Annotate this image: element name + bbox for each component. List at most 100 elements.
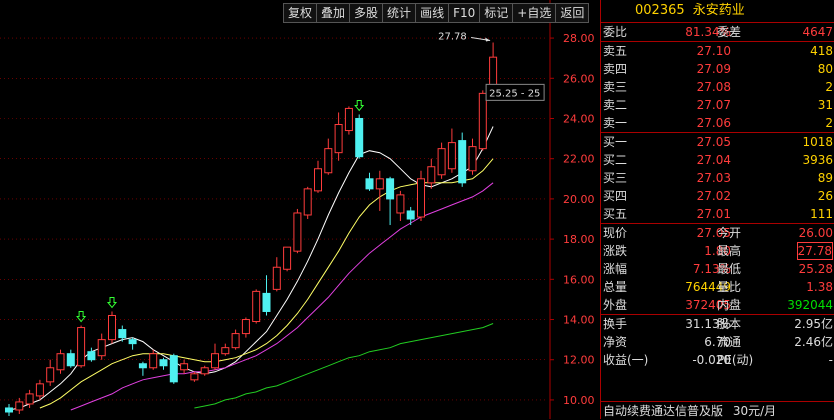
capital-label: 股本 <box>717 317 742 331</box>
candle <box>447 128 456 173</box>
candle <box>149 349 158 370</box>
toolbar-multistock-button[interactable]: 多股 <box>349 3 384 23</box>
candle <box>159 357 168 370</box>
bid-label: 买三 <box>603 171 628 185</box>
candle <box>77 325 86 368</box>
toolbar-fuquan-button[interactable]: 复权 <box>283 3 318 23</box>
bid-row[interactable]: 买二 27.04 3936 <box>601 151 834 169</box>
candle <box>200 365 209 376</box>
stats-block: 现价 27.05 今开 26.00 涨跌 1.80 最高 27.78 涨幅 7.13% 最低 25… <box>601 223 834 314</box>
stat-row: 净资 6.70 流通 2.46亿 <box>601 333 834 351</box>
candle-body <box>200 367 209 375</box>
volratio-label: 量比 <box>717 280 742 294</box>
bid-volume: 3936 <box>802 153 833 167</box>
price-tick-label: 14.00 <box>563 314 595 327</box>
stock-name: 永安药业 <box>692 3 745 18</box>
weicha-label: 委差 <box>717 25 742 39</box>
toolbar-overlay-button[interactable]: 叠加 <box>316 3 351 23</box>
candle-body <box>77 327 86 367</box>
candle-body <box>293 212 302 252</box>
chart-toolbar: 复权 叠加 多股 统计 画线 F10 标记 +自选 返回 <box>283 3 590 23</box>
bid-row[interactable]: 买四 27.02 26 <box>601 187 834 205</box>
subscription-banner[interactable]: 自动续费通达信普及版 30元/月 <box>601 401 834 419</box>
candle-body <box>118 329 127 339</box>
candle-body <box>138 363 147 369</box>
bid-price: 27.04 <box>696 153 731 167</box>
candle <box>221 343 230 356</box>
price-tick-label: 12.00 <box>563 354 595 367</box>
high-price: 27.78 <box>796 242 833 260</box>
volratio-value: 1.38 <box>806 280 833 294</box>
bid-price: 27.05 <box>696 135 731 149</box>
high-label: 最高 <box>717 244 742 258</box>
candle-body <box>427 166 436 184</box>
open-price: 26.00 <box>798 226 833 240</box>
ask-price: 27.07 <box>696 98 731 112</box>
buy-marker-icon <box>76 311 87 323</box>
bid-price: 27.03 <box>696 171 731 185</box>
bid-row[interactable]: 买一 27.05 1018 <box>601 133 834 151</box>
quote-panel: 002365 永安药业 委比 81.34% 委差 4647 卖五 27.10 418… <box>600 0 834 419</box>
kline-chart[interactable]: 28.00 26.00 24.00 22.00 20.00 18.00 16.00 14.00… <box>0 0 600 419</box>
candle-body <box>396 194 405 214</box>
candle-body <box>46 367 55 383</box>
ask-price: 27.08 <box>696 80 731 94</box>
candle-body <box>25 393 34 405</box>
bid-price: 27.01 <box>696 207 731 221</box>
low-label: 最低 <box>717 262 742 276</box>
candle <box>478 90 487 151</box>
ask-label: 卖五 <box>603 44 628 58</box>
bid-label: 买二 <box>603 153 628 167</box>
candle-body <box>241 319 250 335</box>
candle <box>406 206 415 226</box>
candle <box>355 114 364 159</box>
candle-body <box>262 292 271 312</box>
candle-body <box>406 210 415 220</box>
low-price: 25.28 <box>798 262 833 276</box>
candle-body <box>252 290 261 323</box>
toolbar-add-watchlist-button[interactable]: +自选 <box>512 3 557 23</box>
candle <box>396 190 405 222</box>
ask-volume: 31 <box>817 98 833 112</box>
ask-row[interactable]: 卖二 27.07 31 <box>601 96 834 114</box>
stat-row: 外盘 372405 内盘 392044 <box>601 296 834 314</box>
candle-body <box>344 107 353 132</box>
buy-marker-icon <box>106 296 118 309</box>
ask-row[interactable]: 卖四 27.09 80 <box>601 60 834 78</box>
candle <box>314 160 322 193</box>
candle <box>375 170 384 211</box>
candle-body <box>386 178 395 200</box>
candle <box>5 403 13 417</box>
candle-body <box>437 148 446 176</box>
bid-list: 买一 27.05 1018 买二 27.04 3936 买三 27.03 89 买四 27.0… <box>601 132 834 223</box>
inner-label: 内盘 <box>717 298 742 312</box>
high-price-annotation: 27.78 <box>438 32 467 43</box>
toolbar-draw-button[interactable]: 画线 <box>415 3 450 23</box>
ask-row[interactable]: 卖五 27.10 418 <box>601 42 834 60</box>
weicha-value: 4647 <box>802 25 833 39</box>
toolbar-f10-button[interactable]: F10 <box>448 3 481 23</box>
ask-row[interactable]: 卖一 27.06 2 <box>601 114 834 132</box>
ask-row[interactable]: 卖三 27.08 2 <box>601 78 834 96</box>
toolbar-stats-button[interactable]: 统计 <box>382 3 417 23</box>
bid-row[interactable]: 买五 27.01 111 <box>601 205 834 223</box>
ask-label: 卖二 <box>603 98 628 112</box>
bid-volume: 89 <box>817 171 833 185</box>
candle-body <box>283 246 292 270</box>
candle-body <box>159 359 168 367</box>
candle <box>87 347 96 362</box>
bid-row[interactable]: 买三 27.03 89 <box>601 169 834 187</box>
candle-body <box>180 363 189 371</box>
ask-price: 27.06 <box>696 116 731 130</box>
candle-body <box>66 353 75 367</box>
candle <box>35 379 44 400</box>
candle <box>324 138 333 175</box>
candle <box>66 349 75 368</box>
bid-label: 买五 <box>603 207 628 221</box>
candle <box>427 158 436 189</box>
candle-body <box>365 178 374 190</box>
ask-label: 卖四 <box>603 62 628 76</box>
toolbar-mark-button[interactable]: 标记 <box>479 3 514 23</box>
toolbar-back-button[interactable]: 返回 <box>555 3 590 23</box>
weibi-label: 委比 <box>603 25 628 39</box>
